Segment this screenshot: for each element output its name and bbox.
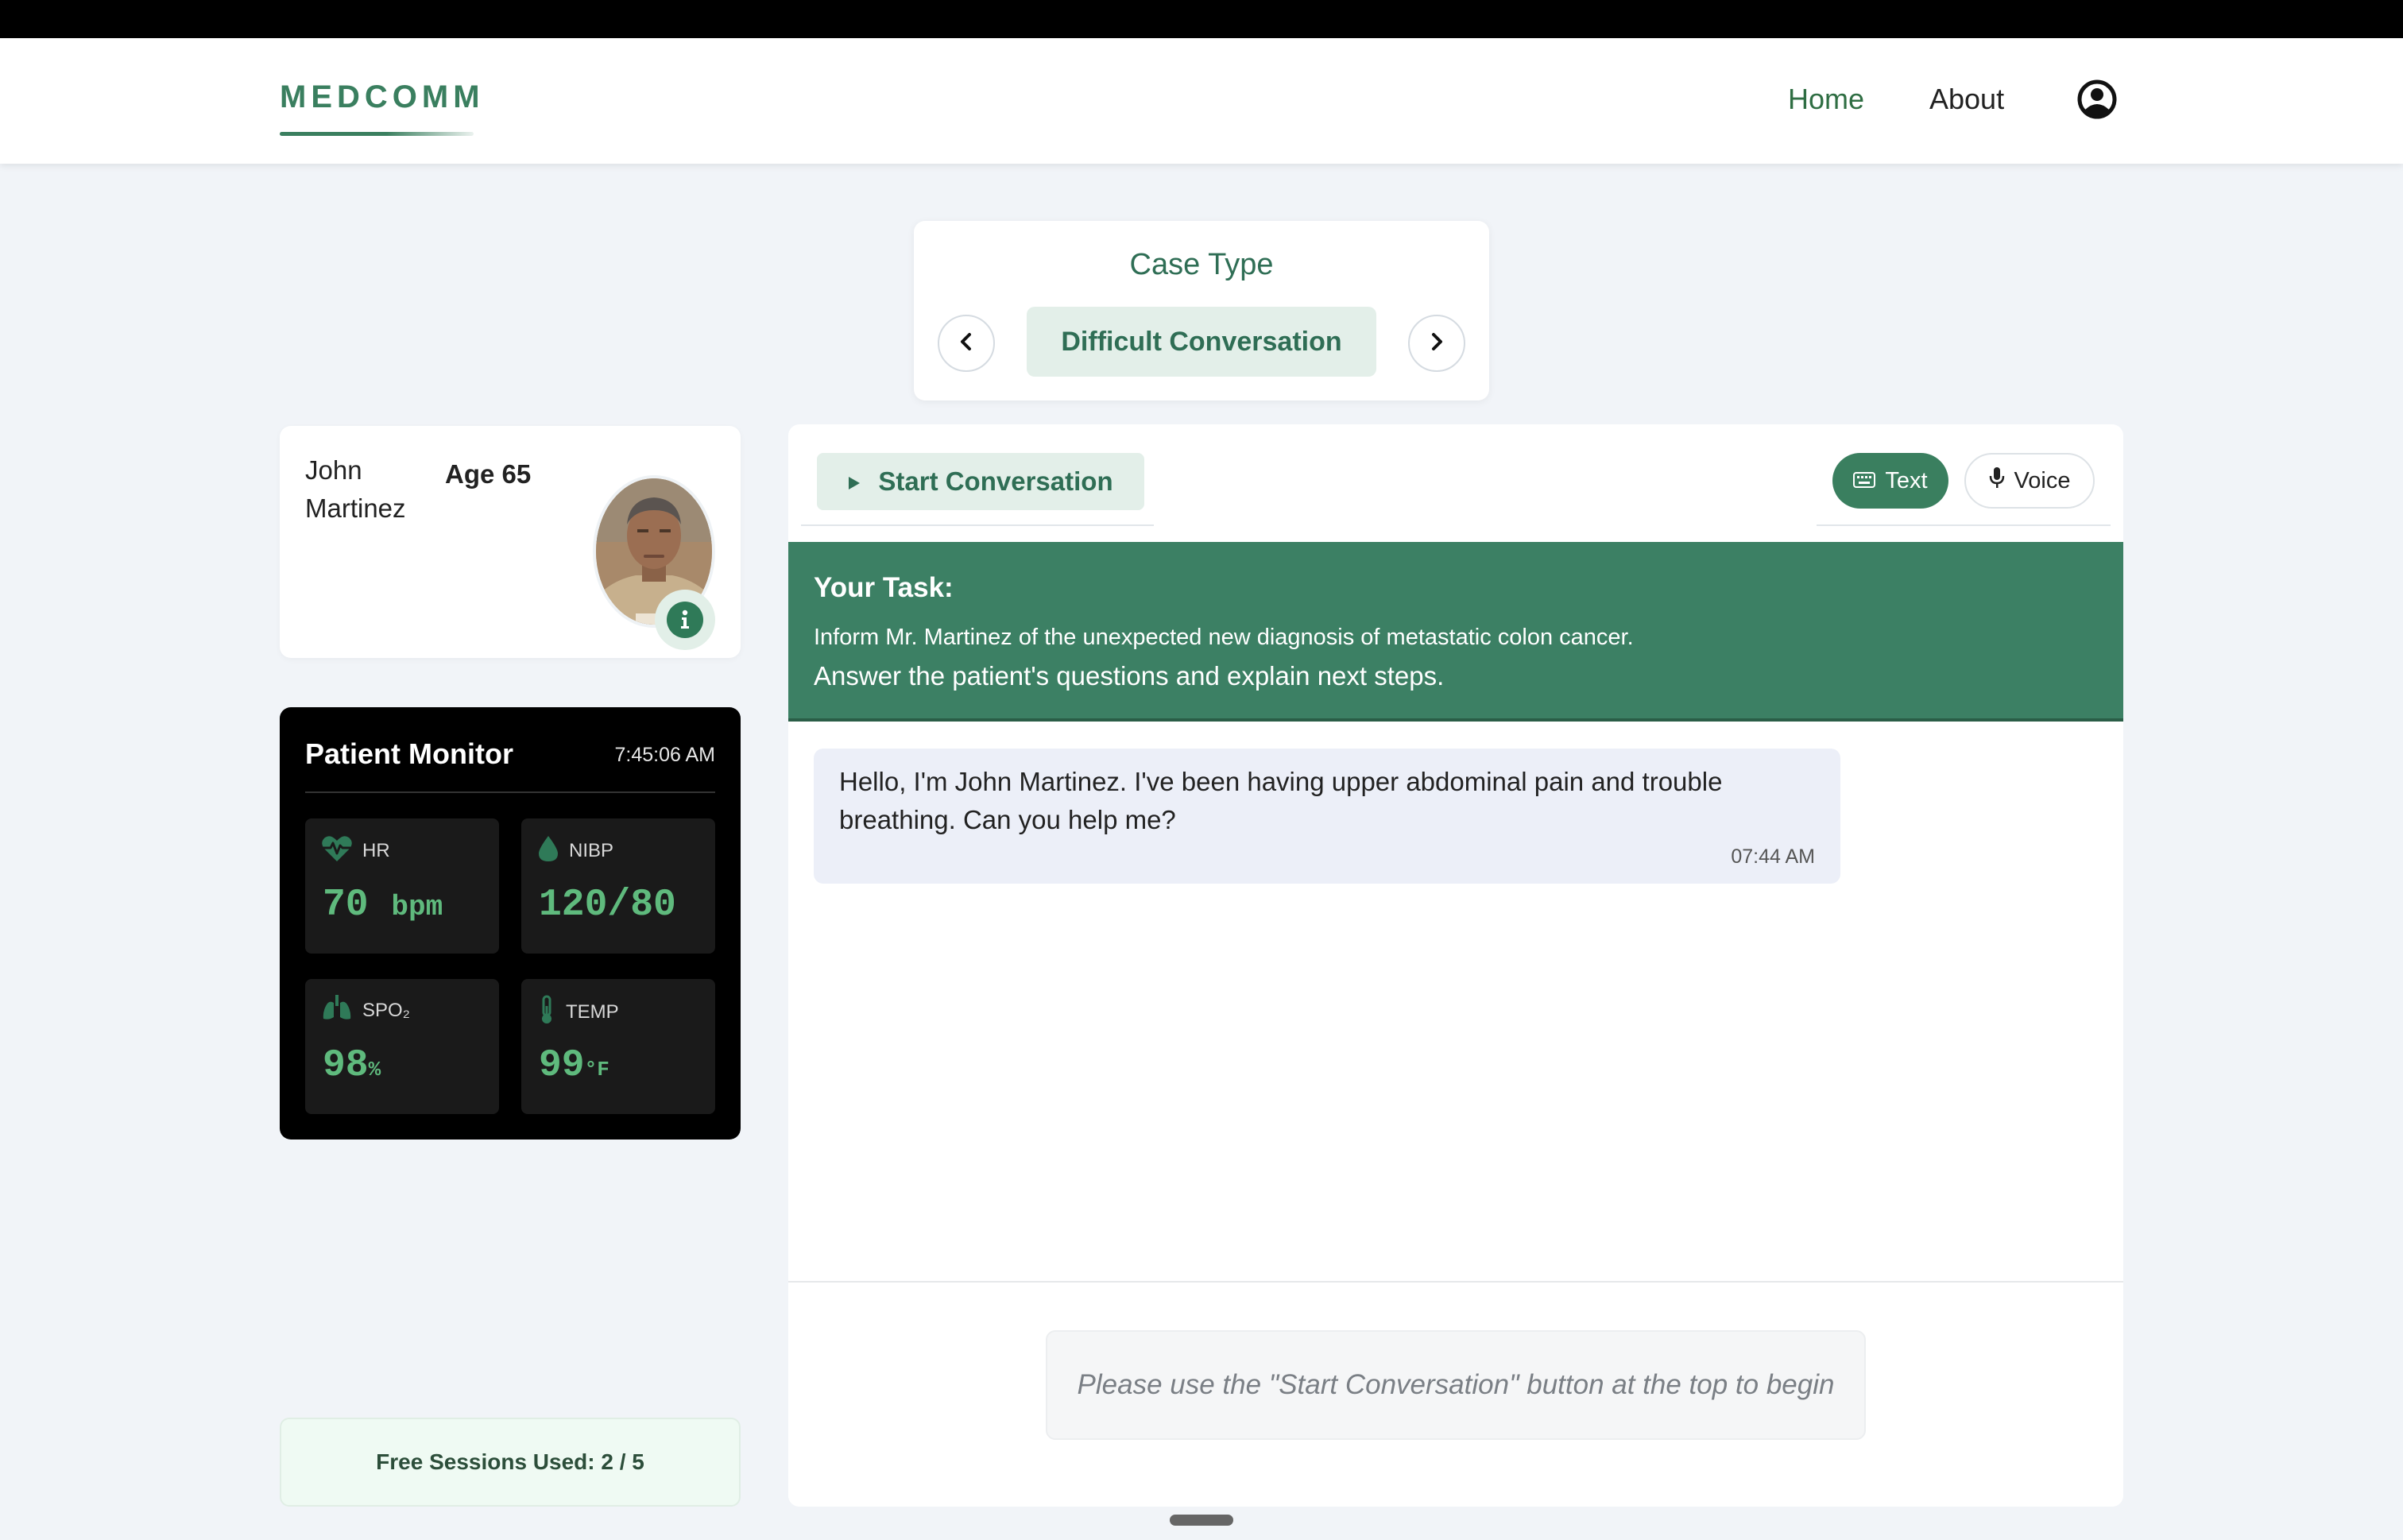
patient-monitor: Patient Monitor 7:45:06 AM HR 70 bpm NIB… [280, 707, 741, 1140]
temp-value-display: 99°F [539, 1044, 609, 1087]
mode-divider [1817, 524, 2111, 526]
monitor-clock: 7:45:06 AM [614, 744, 715, 766]
conversation-panel: Start Conversation Text Voice Your Task:… [788, 424, 2123, 1507]
start-conversation-label: Start Conversation [878, 466, 1113, 496]
vital-hr: HR 70 bpm [305, 818, 499, 954]
home-indicator[interactable] [1170, 1515, 1233, 1526]
free-sessions-counter: Free Sessions Used: 2 / 5 [280, 1418, 741, 1507]
message-timestamp: 07:44 AM [1731, 845, 1815, 868]
nav-about-link[interactable]: About [1929, 83, 2004, 116]
nibp-value: 120/80 [539, 884, 676, 927]
app-header: MEDCOMM Home About [0, 38, 2403, 164]
task-instruction-secondary: Answer the patient's questions and expla… [814, 661, 1445, 691]
start-divider [801, 524, 1154, 526]
input-disabled-hint: Please use the "Start Conversation" butt… [1046, 1330, 1866, 1440]
spo2-unit: % [368, 1058, 381, 1081]
hr-label: HR [362, 839, 390, 861]
heart-pulse-icon [321, 834, 353, 867]
vital-nibp: NIBP 120/80 [521, 818, 715, 954]
system-top-bar [0, 0, 2403, 38]
logo-underline [280, 132, 474, 136]
play-icon [848, 466, 861, 497]
spo2-value: 98 [323, 1044, 369, 1087]
temp-value: 99 [539, 1044, 585, 1087]
text-mode-label: Text [1885, 467, 1928, 493]
task-heading: Your Task: [814, 572, 954, 603]
vital-temp: TEMP 99°F [521, 979, 715, 1114]
microphone-icon [1989, 466, 2005, 495]
user-profile-icon[interactable] [2077, 79, 2117, 119]
selected-case-type[interactable]: Difficult Conversation [1027, 307, 1376, 377]
start-conversation-button[interactable]: Start Conversation [817, 453, 1144, 510]
case-type-title: Case Type [1129, 248, 1274, 281]
previous-case-button[interactable] [938, 315, 995, 372]
spo2-value-display: 98% [323, 1044, 381, 1087]
chevron-left-icon [956, 331, 977, 356]
voice-mode-label: Voice [2014, 467, 2071, 493]
temp-label: TEMP [566, 1000, 619, 1023]
message-text: Hello, I'm John Martinez. I've been havi… [839, 767, 1723, 834]
hr-unit: bpm [391, 891, 443, 923]
app-logo[interactable]: MEDCOMM [280, 79, 485, 115]
chevron-right-icon [1426, 331, 1447, 356]
case-type-selector: Case Type Difficult Conversation [914, 221, 1489, 400]
message-input-area: Please use the "Start Conversation" butt… [788, 1281, 2123, 1507]
monitor-title: Patient Monitor [305, 737, 513, 770]
voice-mode-button[interactable]: Voice [1964, 453, 2095, 509]
task-banner: Your Task: Inform Mr. Martinez of the un… [788, 542, 2123, 722]
patient-info-card: John Martinez Age 65 [280, 426, 741, 658]
keyboard-icon [1853, 468, 1876, 494]
spo2-label: SPO₂ [362, 999, 410, 1021]
thermometer-icon [537, 995, 556, 1029]
next-case-button[interactable] [1408, 315, 1465, 372]
hr-value: 70 [323, 884, 369, 927]
droplet-icon [537, 834, 559, 867]
temp-unit: °F [584, 1058, 609, 1081]
text-mode-button[interactable]: Text [1832, 453, 1948, 509]
patient-name: John Martinez [305, 455, 406, 523]
task-instruction: Inform Mr. Martinez of the unexpected ne… [814, 625, 1634, 650]
patient-info-button[interactable] [655, 590, 715, 650]
patient-message: Hello, I'm John Martinez. I've been havi… [814, 749, 1840, 884]
monitor-divider [305, 791, 715, 793]
nav-home-link[interactable]: Home [1788, 83, 1864, 116]
vital-spo2: SPO₂ 98% [305, 979, 499, 1114]
nibp-label: NIBP [569, 839, 614, 861]
patient-age: Age 65 [445, 459, 532, 489]
lungs-icon [321, 995, 353, 1026]
info-icon [667, 602, 703, 638]
hr-value-display: 70 bpm [323, 884, 443, 927]
